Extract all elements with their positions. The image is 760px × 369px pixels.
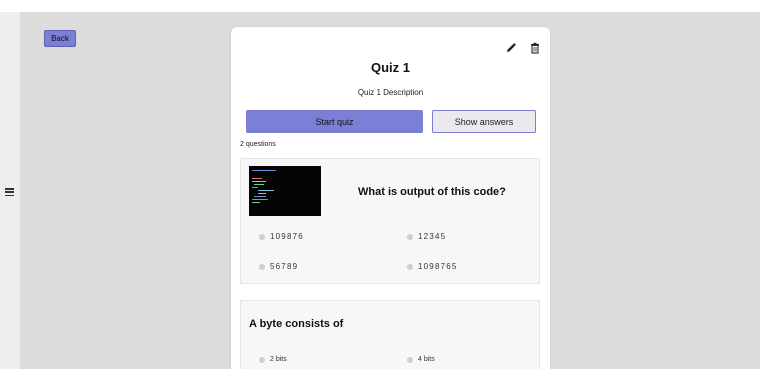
quiz-description: Quiz 1 Description — [357, 88, 424, 97]
answer-option[interactable]: 109876 — [259, 232, 304, 241]
left-rail — [0, 12, 20, 369]
code-screenshot-image — [249, 166, 321, 216]
option-label: 1098765 — [418, 262, 458, 271]
pencil-icon[interactable] — [505, 42, 517, 54]
question-card: A byte consists of 2 bits 4 bits — [240, 300, 540, 369]
show-answers-button[interactable]: Show answers — [432, 110, 536, 133]
radio-icon[interactable] — [259, 233, 265, 240]
answer-option[interactable]: 2 bits — [259, 356, 287, 363]
hamburger-menu-icon[interactable] — [5, 188, 14, 196]
trash-icon[interactable] — [529, 42, 541, 54]
app-background: Back Quiz 1 Quiz 1 Description Start qui… — [0, 12, 760, 369]
answer-option[interactable]: 56789 — [259, 262, 298, 271]
radio-icon[interactable] — [259, 263, 265, 270]
question-text: A byte consists of — [249, 318, 344, 330]
answer-option[interactable]: 12345 — [407, 232, 446, 241]
option-label: 109876 — [270, 232, 304, 241]
answer-option[interactable]: 1098765 — [407, 262, 458, 271]
radio-icon[interactable] — [259, 356, 265, 363]
answer-option[interactable]: 4 bits — [407, 356, 435, 363]
question-card: What is output of this code? 109876 1234… — [240, 158, 540, 284]
quiz-title: Quiz 1 — [370, 60, 410, 75]
question-count: 2 questions — [240, 141, 276, 148]
radio-icon[interactable] — [407, 233, 413, 240]
option-label: 56789 — [270, 262, 299, 271]
radio-icon[interactable] — [407, 356, 413, 363]
question-text: What is output of this code? — [358, 186, 506, 198]
radio-icon[interactable] — [407, 263, 413, 270]
option-label: 12345 — [418, 232, 447, 241]
start-quiz-button[interactable]: Start quiz — [246, 110, 423, 133]
option-label: 2 bits — [270, 356, 287, 363]
quiz-card: Quiz 1 Quiz 1 Description Start quiz Sho… — [231, 27, 550, 369]
option-label: 4 bits — [418, 356, 435, 363]
back-button[interactable]: Back — [44, 30, 76, 47]
